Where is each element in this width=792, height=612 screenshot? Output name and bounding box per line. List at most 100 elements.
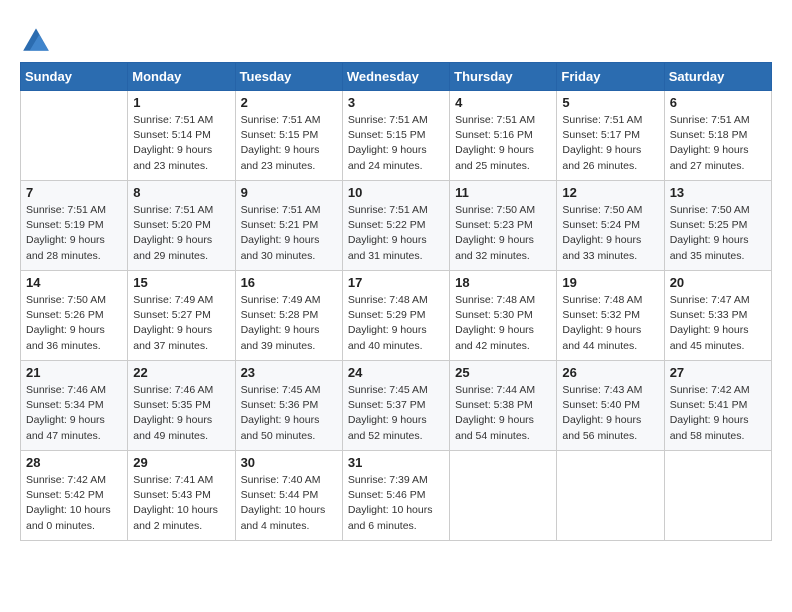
cell-sun-info: Sunrise: 7:46 AMSunset: 5:35 PMDaylight:… <box>133 383 229 444</box>
cell-sun-info: Sunrise: 7:50 AMSunset: 5:24 PMDaylight:… <box>562 203 658 264</box>
cell-sun-info: Sunrise: 7:51 AMSunset: 5:15 PMDaylight:… <box>348 113 444 174</box>
cell-day-number: 3 <box>348 95 444 110</box>
calendar-cell: 15Sunrise: 7:49 AMSunset: 5:27 PMDayligh… <box>128 271 235 361</box>
calendar-week-row: 14Sunrise: 7:50 AMSunset: 5:26 PMDayligh… <box>21 271 772 361</box>
cell-sun-info: Sunrise: 7:51 AMSunset: 5:14 PMDaylight:… <box>133 113 229 174</box>
cell-sun-info: Sunrise: 7:42 AMSunset: 5:42 PMDaylight:… <box>26 473 122 534</box>
cell-day-number: 30 <box>241 455 337 470</box>
col-header-thursday: Thursday <box>450 63 557 91</box>
cell-sun-info: Sunrise: 7:51 AMSunset: 5:19 PMDaylight:… <box>26 203 122 264</box>
calendar-cell: 14Sunrise: 7:50 AMSunset: 5:26 PMDayligh… <box>21 271 128 361</box>
header <box>20 16 772 54</box>
cell-sun-info: Sunrise: 7:50 AMSunset: 5:26 PMDaylight:… <box>26 293 122 354</box>
cell-day-number: 15 <box>133 275 229 290</box>
cell-sun-info: Sunrise: 7:50 AMSunset: 5:23 PMDaylight:… <box>455 203 551 264</box>
page: SundayMondayTuesdayWednesdayThursdayFrid… <box>0 0 792 612</box>
cell-sun-info: Sunrise: 7:48 AMSunset: 5:29 PMDaylight:… <box>348 293 444 354</box>
calendar-cell: 29 Sunrise: 7:41 AMSunset: 5:43 PMDayligh… <box>128 451 235 541</box>
cell-sun-info: Sunrise: 7:51 AMSunset: 5:22 PMDaylight:… <box>348 203 444 264</box>
col-header-friday: Friday <box>557 63 664 91</box>
cell-day-number: 27 <box>670 365 766 380</box>
cell-sun-info: Sunrise: 7:48 AMSunset: 5:30 PMDaylight:… <box>455 293 551 354</box>
calendar-cell: 25Sunrise: 7:44 AMSunset: 5:38 PMDayligh… <box>450 361 557 451</box>
calendar-cell: 3 Sunrise: 7:51 AMSunset: 5:15 PMDaylight… <box>342 91 449 181</box>
cell-sun-info: Sunrise: 7:47 AMSunset: 5:33 PMDaylight:… <box>670 293 766 354</box>
cell-day-number: 23 <box>241 365 337 380</box>
cell-day-number: 7 <box>26 185 122 200</box>
cell-day-number: 4 <box>455 95 551 110</box>
calendar-cell: 20Sunrise: 7:47 AMSunset: 5:33 PMDayligh… <box>664 271 771 361</box>
cell-sun-info: Sunrise: 7:43 AMSunset: 5:40 PMDaylight:… <box>562 383 658 444</box>
cell-sun-info: Sunrise: 7:39 AMSunset: 5:46 PMDaylight:… <box>348 473 444 534</box>
calendar-week-row: 1Sunrise: 7:51 AMSunset: 5:14 PMDaylight… <box>21 91 772 181</box>
cell-day-number: 18 <box>455 275 551 290</box>
calendar-cell <box>450 451 557 541</box>
calendar-cell <box>664 451 771 541</box>
cell-day-number: 25 <box>455 365 551 380</box>
calendar-cell: 24 Sunrise: 7:45 AMSunset: 5:37 PMDayligh… <box>342 361 449 451</box>
cell-day-number: 22 <box>133 365 229 380</box>
calendar-cell: 30 Sunrise: 7:40 AMSunset: 5:44 PMDayligh… <box>235 451 342 541</box>
cell-day-number: 6 <box>670 95 766 110</box>
cell-day-number: 10 <box>348 185 444 200</box>
calendar-cell: 8Sunrise: 7:51 AMSunset: 5:20 PMDaylight… <box>128 181 235 271</box>
cell-day-number: 11 <box>455 185 551 200</box>
calendar-cell <box>557 451 664 541</box>
cell-day-number: 19 <box>562 275 658 290</box>
cell-sun-info: Sunrise: 7:51 AMSunset: 5:21 PMDaylight:… <box>241 203 337 264</box>
cell-day-number: 12 <box>562 185 658 200</box>
cell-sun-info: Sunrise: 7:41 AMSunset: 5:43 PMDaylight:… <box>133 473 229 534</box>
calendar-cell: 18 Sunrise: 7:48 AMSunset: 5:30 PMDayligh… <box>450 271 557 361</box>
cell-day-number: 21 <box>26 365 122 380</box>
cell-day-number: 16 <box>241 275 337 290</box>
col-header-saturday: Saturday <box>664 63 771 91</box>
cell-day-number: 13 <box>670 185 766 200</box>
cell-day-number: 28 <box>26 455 122 470</box>
cell-sun-info: Sunrise: 7:51 AMSunset: 5:20 PMDaylight:… <box>133 203 229 264</box>
calendar-cell: 5 Sunrise: 7:51 AMSunset: 5:17 PMDaylight… <box>557 91 664 181</box>
calendar-cell: 21 Sunrise: 7:46 AMSunset: 5:34 PMDayligh… <box>21 361 128 451</box>
cell-sun-info: Sunrise: 7:45 AMSunset: 5:37 PMDaylight:… <box>348 383 444 444</box>
calendar-week-row: 7 Sunrise: 7:51 AMSunset: 5:19 PMDaylight… <box>21 181 772 271</box>
calendar-cell: 7 Sunrise: 7:51 AMSunset: 5:19 PMDaylight… <box>21 181 128 271</box>
cell-day-number: 9 <box>241 185 337 200</box>
calendar-cell: 27 Sunrise: 7:42 AMSunset: 5:41 PMDayligh… <box>664 361 771 451</box>
cell-day-number: 2 <box>241 95 337 110</box>
cell-sun-info: Sunrise: 7:40 AMSunset: 5:44 PMDaylight:… <box>241 473 337 534</box>
cell-sun-info: Sunrise: 7:51 AMSunset: 5:16 PMDaylight:… <box>455 113 551 174</box>
cell-sun-info: Sunrise: 7:42 AMSunset: 5:41 PMDaylight:… <box>670 383 766 444</box>
calendar-header-row: SundayMondayTuesdayWednesdayThursdayFrid… <box>21 63 772 91</box>
cell-sun-info: Sunrise: 7:51 AMSunset: 5:18 PMDaylight:… <box>670 113 766 174</box>
cell-day-number: 24 <box>348 365 444 380</box>
calendar-cell: 22 Sunrise: 7:46 AMSunset: 5:35 PMDayligh… <box>128 361 235 451</box>
cell-day-number: 29 <box>133 455 229 470</box>
cell-sun-info: Sunrise: 7:48 AMSunset: 5:32 PMDaylight:… <box>562 293 658 354</box>
calendar-week-row: 28 Sunrise: 7:42 AMSunset: 5:42 PMDayligh… <box>21 451 772 541</box>
calendar-cell: 12 Sunrise: 7:50 AMSunset: 5:24 PMDayligh… <box>557 181 664 271</box>
calendar-week-row: 21 Sunrise: 7:46 AMSunset: 5:34 PMDayligh… <box>21 361 772 451</box>
calendar-cell: 11 Sunrise: 7:50 AMSunset: 5:23 PMDayligh… <box>450 181 557 271</box>
calendar-cell: 28 Sunrise: 7:42 AMSunset: 5:42 PMDayligh… <box>21 451 128 541</box>
col-header-wednesday: Wednesday <box>342 63 449 91</box>
calendar-table: SundayMondayTuesdayWednesdayThursdayFrid… <box>20 62 772 541</box>
cell-sun-info: Sunrise: 7:51 AMSunset: 5:15 PMDaylight:… <box>241 113 337 174</box>
calendar-cell: 1Sunrise: 7:51 AMSunset: 5:14 PMDaylight… <box>128 91 235 181</box>
cell-day-number: 26 <box>562 365 658 380</box>
calendar-cell: 6 Sunrise: 7:51 AMSunset: 5:18 PMDaylight… <box>664 91 771 181</box>
calendar-cell: 9 Sunrise: 7:51 AMSunset: 5:21 PMDaylight… <box>235 181 342 271</box>
calendar-cell <box>21 91 128 181</box>
cell-sun-info: Sunrise: 7:46 AMSunset: 5:34 PMDaylight:… <box>26 383 122 444</box>
col-header-monday: Monday <box>128 63 235 91</box>
cell-sun-info: Sunrise: 7:49 AMSunset: 5:28 PMDaylight:… <box>241 293 337 354</box>
logo-icon <box>20 22 52 54</box>
cell-sun-info: Sunrise: 7:51 AMSunset: 5:17 PMDaylight:… <box>562 113 658 174</box>
cell-day-number: 31 <box>348 455 444 470</box>
cell-sun-info: Sunrise: 7:45 AMSunset: 5:36 PMDaylight:… <box>241 383 337 444</box>
calendar-cell: 10 Sunrise: 7:51 AMSunset: 5:22 PMDayligh… <box>342 181 449 271</box>
col-header-tuesday: Tuesday <box>235 63 342 91</box>
logo <box>20 20 56 54</box>
cell-day-number: 17 <box>348 275 444 290</box>
cell-day-number: 5 <box>562 95 658 110</box>
calendar-cell: 2 Sunrise: 7:51 AMSunset: 5:15 PMDaylight… <box>235 91 342 181</box>
calendar-cell: 17 Sunrise: 7:48 AMSunset: 5:29 PMDayligh… <box>342 271 449 361</box>
